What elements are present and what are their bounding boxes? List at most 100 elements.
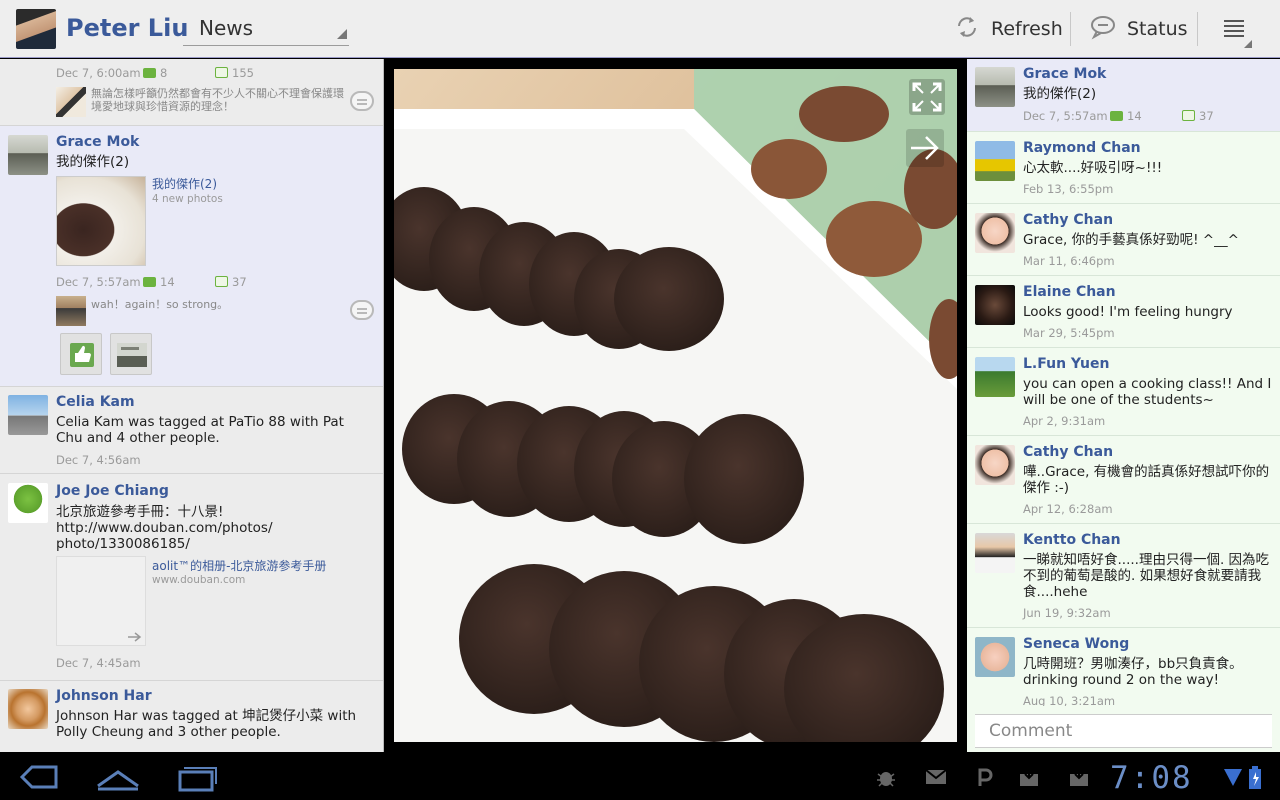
comment-bubble-icon[interactable] xyxy=(350,91,374,111)
commenter-name[interactable]: Kentto Chan xyxy=(1023,532,1121,548)
album-source-button[interactable] xyxy=(110,333,152,375)
commenter-name[interactable]: Cathy Chan xyxy=(1023,444,1113,460)
comment-count-icon xyxy=(143,277,156,287)
back-arrow-icon xyxy=(19,765,58,789)
comment-text: Grace, 你的手藝真係好勁呢! ^__^ xyxy=(1023,232,1239,248)
speech-bubble-icon xyxy=(1089,14,1117,44)
status-label: Status xyxy=(1127,18,1188,40)
comment-time: Apr 2, 9:31am xyxy=(1023,414,1106,428)
poster-avatar[interactable] xyxy=(8,135,48,175)
album-title[interactable]: 我的傑作(2) xyxy=(152,175,217,192)
poster-avatar[interactable] xyxy=(8,483,48,523)
poster-name[interactable]: Celia Kam xyxy=(56,394,135,410)
commenter-avatar[interactable] xyxy=(975,637,1015,677)
comment-item: L.Fun Yuen you can open a cooking class!… xyxy=(967,348,1280,436)
poster-name[interactable]: Johnson Har xyxy=(56,688,152,704)
commenter-avatar xyxy=(56,296,86,326)
status-clock[interactable]: 7:08 xyxy=(1110,760,1193,796)
toolbar-divider xyxy=(1070,12,1071,46)
post-text: Celia Kam was tagged at PaTio 88 with Pa… xyxy=(56,414,344,446)
link-title[interactable]: aolit™的相册-北京旅游参考手册 xyxy=(152,557,326,574)
post-time: Dec 7, 4:45am xyxy=(56,656,141,670)
back-button[interactable] xyxy=(14,762,62,792)
view-dropdown[interactable]: News xyxy=(183,12,349,46)
commenter-avatar[interactable] xyxy=(975,285,1015,325)
poster-avatar[interactable] xyxy=(8,689,48,729)
share-arrow-icon xyxy=(128,632,142,642)
feed-post[interactable]: Joe Joe Chiang 北京旅遊參考手冊：十八景! http://www.… xyxy=(0,474,383,681)
like-count-icon xyxy=(1182,110,1195,121)
comment-item: Raymond Chan 心太軟....好吸引呀~!!! Feb 13, 6:5… xyxy=(967,132,1280,204)
wifi-signal-icon[interactable] xyxy=(1222,766,1244,788)
owner-name[interactable]: Grace Mok xyxy=(1023,66,1106,82)
fullscreen-icon[interactable] xyxy=(909,79,945,115)
comment-count[interactable]: 14 xyxy=(1110,109,1142,123)
owner-avatar[interactable] xyxy=(975,67,1015,107)
photo-viewer xyxy=(385,59,967,752)
link-domain: www.douban.com xyxy=(152,574,246,586)
gmail-icon[interactable] xyxy=(924,766,948,788)
commenter-name[interactable]: Seneca Wong xyxy=(1023,636,1129,652)
post-time: Dec 7, 5:57am xyxy=(56,275,141,289)
comment-time: Mar 11, 6:46pm xyxy=(1023,254,1115,268)
feed-post[interactable]: Johnson Har Johnson Har was tagged at 坤記… xyxy=(0,681,383,752)
overflow-menu-button[interactable] xyxy=(1218,14,1254,50)
like-count[interactable]: 37 xyxy=(215,275,247,289)
thumbs-up-icon xyxy=(70,343,94,367)
comment-input[interactable] xyxy=(975,715,1272,747)
commenter-name[interactable]: L.Fun Yuen xyxy=(1023,356,1109,372)
news-feed-list[interactable]: Dec 7, 6:00am 8 155 無論怎樣呼籲仍然都會有不少人不關心不理會… xyxy=(0,59,384,752)
comment-preview: wah！again！so strong。 xyxy=(91,298,229,311)
comment-count-icon xyxy=(143,68,156,78)
top-action-bar: Peter Liu News Refresh Status xyxy=(0,0,1280,58)
download-icon[interactable] xyxy=(1068,766,1090,788)
comment-count[interactable]: 8 xyxy=(143,66,167,80)
username-title[interactable]: Peter Liu xyxy=(66,14,188,42)
commenter-avatar[interactable] xyxy=(975,533,1015,573)
like-count[interactable]: 37 xyxy=(1182,109,1214,123)
comment-count[interactable]: 14 xyxy=(143,275,175,289)
comment-item: Seneca Wong 几時開班？男咖湊仔，bb只負責食。drinking ro… xyxy=(967,628,1280,706)
commenter-avatar[interactable] xyxy=(975,213,1015,253)
comment-time: Apr 12, 6:28am xyxy=(1023,502,1113,516)
commenter-avatar[interactable] xyxy=(975,357,1015,397)
link-thumbnail[interactable] xyxy=(56,556,146,646)
next-photo-arrow-icon[interactable] xyxy=(906,129,944,167)
home-button[interactable] xyxy=(94,762,142,792)
refresh-icon xyxy=(953,13,981,45)
commenter-avatar[interactable] xyxy=(975,445,1015,485)
comment-input-container xyxy=(975,714,1272,748)
view-dropdown-label: News xyxy=(199,16,254,40)
comment-bubble-icon[interactable] xyxy=(350,300,374,320)
comment-count-icon xyxy=(1110,111,1123,121)
poster-avatar[interactable] xyxy=(8,395,48,435)
status-button[interactable]: Status xyxy=(1089,12,1188,46)
photo-owner-header: Grace Mok 我的傑作(2) Dec 7, 5:57am 14 37 xyxy=(967,59,1280,132)
commenter-name[interactable]: Cathy Chan xyxy=(1023,212,1113,228)
feed-post[interactable]: Dec 7, 6:00am 8 155 無論怎樣呼籲仍然都會有不少人不關心不理會… xyxy=(0,59,383,126)
poster-name[interactable]: Grace Mok xyxy=(56,134,139,150)
battery-icon[interactable] xyxy=(1248,766,1262,789)
post-text: 北京旅遊參考手冊：十八景! http://www.douban.com/phot… xyxy=(56,504,273,552)
commenter-name[interactable]: Raymond Chan xyxy=(1023,140,1141,156)
toolbar-divider xyxy=(1197,12,1198,46)
comment-text: you can open a cooking class!! And I wil… xyxy=(1023,376,1272,408)
feed-post-selected[interactable]: Grace Mok 我的傑作(2) 我的傑作(2) 4 new photos D… xyxy=(0,126,383,387)
download-icon[interactable] xyxy=(1018,766,1040,788)
like-button[interactable] xyxy=(60,333,102,375)
debug-bug-icon[interactable] xyxy=(875,766,897,788)
album-thumbnail[interactable] xyxy=(56,176,146,266)
poster-name[interactable]: Joe Joe Chiang xyxy=(56,483,169,499)
comment-item: Kentto Chan 一睇就知唔好食.....理由只得一個. 因為吃不到的葡萄… xyxy=(967,524,1280,628)
owner-caption: 我的傑作(2) xyxy=(1023,86,1097,102)
commenter-name[interactable]: Elaine Chan xyxy=(1023,284,1116,300)
selected-photo[interactable] xyxy=(394,69,957,742)
user-avatar[interactable] xyxy=(16,9,56,49)
commenter-avatar[interactable] xyxy=(975,141,1015,181)
like-count[interactable]: 155 xyxy=(215,66,254,80)
refresh-button[interactable]: Refresh xyxy=(953,12,1063,46)
recent-apps-button[interactable] xyxy=(174,762,222,792)
app-p-icon[interactable] xyxy=(974,766,996,788)
feed-post[interactable]: Celia Kam Celia Kam was tagged at PaTio … xyxy=(0,387,383,474)
comment-text: 心太軟....好吸引呀~!!! xyxy=(1023,160,1163,176)
